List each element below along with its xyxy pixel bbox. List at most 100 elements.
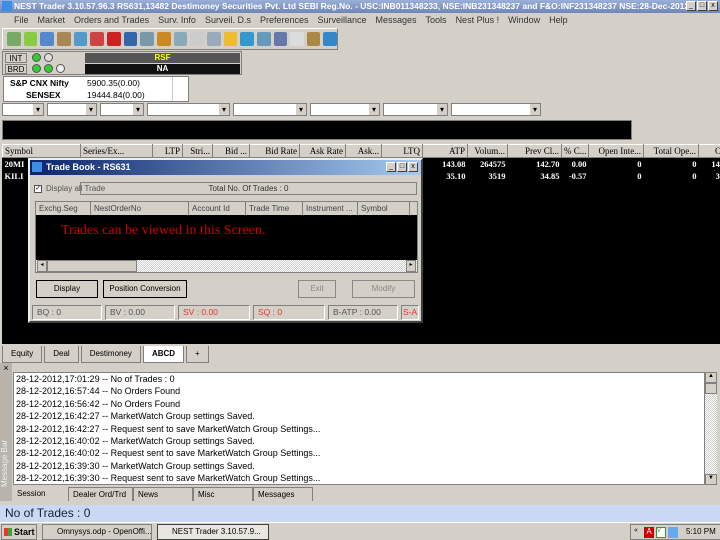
- filter-dropdown[interactable]: [2, 103, 44, 116]
- chart-icon[interactable]: [56, 32, 71, 46]
- list-icon[interactable]: [173, 32, 188, 46]
- column-header[interactable]: Ask Rate: [299, 144, 346, 158]
- column-header[interactable]: Volum...: [467, 144, 508, 158]
- scroll-thumb[interactable]: [705, 383, 717, 394]
- monitor-icon[interactable]: [240, 32, 254, 46]
- scroll-right-icon[interactable]: ▸: [406, 260, 416, 272]
- scroll-down-icon[interactable]: ▼: [705, 474, 717, 485]
- pen-icon[interactable]: [306, 32, 321, 46]
- column-header[interactable]: Account Id: [189, 202, 246, 215]
- workspace-tab[interactable]: Destimoney: [80, 346, 141, 363]
- menu-item[interactable]: Help: [549, 15, 568, 25]
- filter-dropdown[interactable]: [47, 103, 97, 116]
- column-header[interactable]: Open Inte...: [588, 144, 644, 158]
- filter-dropdown[interactable]: [383, 103, 448, 116]
- e-icon[interactable]: [190, 32, 204, 46]
- menu-item[interactable]: Preferences: [260, 15, 309, 25]
- window-icon[interactable]: [73, 32, 88, 46]
- column-header[interactable]: LTP: [152, 144, 183, 158]
- column-header[interactable]: Ask...: [345, 144, 382, 158]
- close-icon[interactable]: ×: [0, 363, 12, 373]
- menu-item[interactable]: Market: [38, 15, 66, 25]
- column-header[interactable]: Symbol: [2, 144, 81, 158]
- minimize-button[interactable]: _: [686, 1, 696, 11]
- menu-item[interactable]: Surveillance: [317, 15, 366, 25]
- message-tab[interactable]: Dealer Ord/Trd: [68, 487, 133, 501]
- menu-item[interactable]: Tools: [426, 15, 447, 25]
- acrobat-tray-icon[interactable]: A: [644, 527, 654, 538]
- tool-icon[interactable]: [7, 32, 21, 46]
- menu-item[interactable]: File: [14, 15, 29, 25]
- column-header[interactable]: NestOrderNo: [91, 202, 189, 215]
- signal-icon[interactable]: [23, 32, 38, 46]
- message-tab[interactable]: Messages: [253, 487, 313, 501]
- tray-expand-icon[interactable]: «: [634, 527, 638, 534]
- report-icon[interactable]: [206, 32, 221, 46]
- workspace-tab[interactable]: Deal: [44, 346, 79, 363]
- display-all-checkbox[interactable]: ✓: [34, 185, 42, 193]
- grid-icon[interactable]: [256, 32, 271, 46]
- column-header[interactable]: Total Ope...: [643, 144, 699, 158]
- start-button[interactable]: Start: [1, 524, 37, 540]
- column-header[interactable]: Symbol: [358, 202, 410, 215]
- book-icon[interactable]: [123, 32, 138, 46]
- vc-tray-icon[interactable]: V: [656, 527, 666, 538]
- bar-chart-icon[interactable]: [223, 32, 238, 46]
- checklist-icon[interactable]: [106, 32, 121, 46]
- workspace-tab[interactable]: +: [186, 346, 209, 363]
- menu-item[interactable]: Window: [508, 15, 540, 25]
- calc-icon[interactable]: [140, 32, 154, 46]
- user-icon[interactable]: [273, 32, 288, 46]
- menu-item[interactable]: Surv. Info: [158, 15, 196, 25]
- workspace-tab[interactable]: Equity: [2, 346, 43, 363]
- doc-icon[interactable]: [290, 32, 304, 46]
- position-conversion-button[interactable]: Position Conversion: [103, 280, 187, 298]
- column-header[interactable]: Stri...: [182, 144, 213, 158]
- vertical-scrollbar[interactable]: ▲ ▼: [705, 372, 717, 485]
- menu-item[interactable]: Surveil. D.s: [205, 15, 251, 25]
- filter-dropdown[interactable]: [147, 103, 230, 116]
- filter-dropdown[interactable]: [233, 103, 307, 116]
- column-header[interactable]: Ope: [698, 144, 720, 158]
- column-header[interactable]: Trade Time: [246, 202, 303, 215]
- scroll-up-icon[interactable]: ▲: [705, 372, 717, 383]
- column-header[interactable]: Series/Ex...: [80, 144, 153, 158]
- filter-dropdown[interactable]: [451, 103, 541, 116]
- dialog-close-button[interactable]: x: [408, 162, 418, 172]
- taskbar-item-openoffice[interactable]: Omnysys.odp - OpenOffi...: [42, 524, 152, 540]
- exit-button[interactable]: Exit: [298, 280, 336, 298]
- network-tray-icon[interactable]: [668, 527, 678, 538]
- screen-icon[interactable]: [90, 32, 104, 46]
- close-button[interactable]: x: [708, 1, 718, 11]
- column-header[interactable]: Exchg.Seg: [36, 202, 91, 215]
- column-header[interactable]: LTQ: [381, 144, 423, 158]
- taskbar-item-nest-trader[interactable]: NEST Trader 3.10.57.9...: [157, 524, 269, 540]
- column-header[interactable]: Prev Cl...: [507, 144, 562, 158]
- column-header[interactable]: ATP: [422, 144, 468, 158]
- menu-item[interactable]: Messages: [376, 15, 417, 25]
- order-entry-bar[interactable]: [2, 120, 632, 140]
- filter-dropdown[interactable]: [310, 103, 380, 116]
- workspace-tab[interactable]: ABCD: [142, 346, 185, 363]
- file-icon[interactable]: [156, 32, 171, 46]
- scroll-thumb[interactable]: [47, 260, 137, 272]
- menu-item[interactable]: Nest Plus !: [456, 15, 500, 25]
- column-header[interactable]: % C...: [561, 144, 589, 158]
- message-tab[interactable]: Session: [13, 487, 68, 501]
- info-icon[interactable]: [323, 32, 338, 46]
- menu-item[interactable]: Orders and Trades: [74, 15, 149, 25]
- display-button[interactable]: Display: [36, 280, 98, 298]
- column-header[interactable]: Instrument ...: [303, 202, 358, 215]
- modify-button[interactable]: Modify: [352, 280, 415, 298]
- scroll-left-icon[interactable]: ◂: [37, 260, 47, 272]
- filter-dropdown[interactable]: [100, 103, 144, 116]
- column-header[interactable]: Bid ...: [212, 144, 250, 158]
- message-tab[interactable]: Misc: [193, 487, 253, 501]
- horizontal-scrollbar[interactable]: ◂ ▸: [36, 260, 417, 272]
- message-tab[interactable]: News: [133, 487, 193, 501]
- dialog-minimize-button[interactable]: _: [386, 162, 396, 172]
- refresh-icon[interactable]: [40, 32, 54, 46]
- dialog-maximize-button[interactable]: □: [397, 162, 407, 172]
- maximize-button[interactable]: □: [697, 1, 707, 11]
- column-header[interactable]: Bid Rate: [249, 144, 300, 158]
